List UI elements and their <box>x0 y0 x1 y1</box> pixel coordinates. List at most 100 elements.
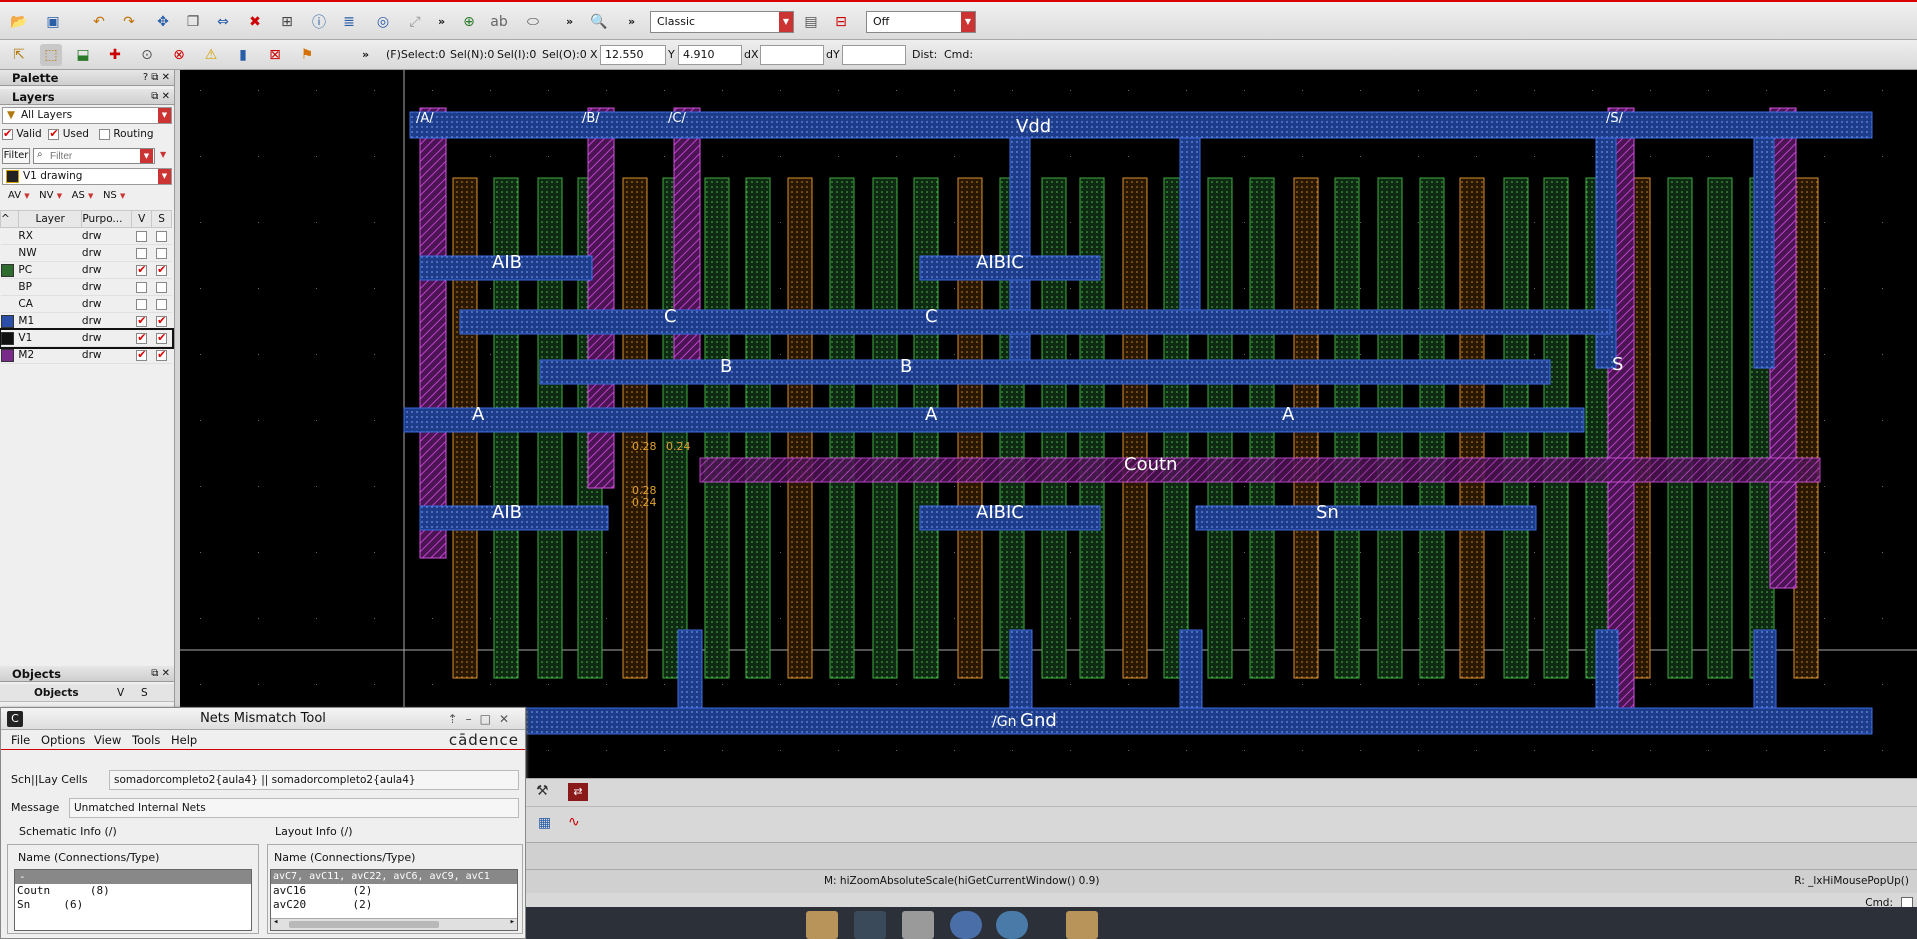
m2-vertical[interactable] <box>419 107 447 559</box>
m1-vertical[interactable] <box>1179 127 1201 329</box>
m1-vertical[interactable] <box>1753 629 1777 721</box>
menu-view[interactable]: View <box>94 733 121 747</box>
layer-selectable-checkbox[interactable] <box>156 348 168 361</box>
list-item[interactable]: - <box>15 870 251 884</box>
select-arrow-icon[interactable]: ⇱ <box>8 44 30 66</box>
layer-selectable-checkbox[interactable] <box>156 281 168 293</box>
marker-icon[interactable]: ⊠ <box>264 44 286 66</box>
sn-wire[interactable] <box>1195 505 1537 531</box>
scroll-thumb[interactable] <box>289 921 439 928</box>
save-view-icon[interactable]: ▤ <box>800 11 822 33</box>
undo-icon[interactable]: ↶ <box>88 11 110 33</box>
list-item[interactable]: avC20 (2) <box>271 898 517 912</box>
layer-visible-checkbox[interactable] <box>136 230 148 242</box>
used-checkbox[interactable] <box>48 127 60 140</box>
layer-visible-checkbox[interactable] <box>136 263 148 276</box>
menu-help[interactable]: Help <box>171 733 197 747</box>
layer-filter-set-select[interactable]: ▼ All Layers ▼ <box>2 107 172 124</box>
select-area-icon[interactable]: ⬚ <box>40 44 62 66</box>
taskbar-browser-icon[interactable] <box>950 911 982 939</box>
vdd-rail[interactable] <box>409 111 1873 139</box>
layer-visible-checkbox[interactable] <box>136 247 148 259</box>
toolbar-overflow-icon[interactable]: » <box>438 15 445 29</box>
probe-icon[interactable]: ⊗ <box>168 44 190 66</box>
m1-vertical[interactable] <box>1753 127 1775 369</box>
layer-selectable-checkbox[interactable] <box>156 298 168 310</box>
gnd-rail[interactable] <box>499 707 1873 735</box>
poly-gate[interactable] <box>1793 177 1819 679</box>
m1-vertical[interactable] <box>1179 629 1203 721</box>
menu-tools[interactable]: Tools <box>132 733 160 747</box>
coutn-wire[interactable] <box>699 457 1821 483</box>
layer-selectable-checkbox[interactable] <box>156 331 168 344</box>
layer-select-icon[interactable]: ⬓ <box>72 44 94 66</box>
stretch-icon[interactable]: ⇔ <box>212 11 234 33</box>
delete-icon[interactable]: ✖ <box>244 11 266 33</box>
taskbar-folder-icon-2[interactable] <box>1066 911 1098 939</box>
copy-icon[interactable]: ❐ <box>182 11 204 33</box>
properties-icon[interactable]: ⓘ <box>308 11 330 33</box>
layer-selectable-checkbox[interactable] <box>156 247 168 259</box>
schematic-icon[interactable]: ▦ <box>538 815 551 831</box>
panel-controls-3[interactable]: ⧉ ✕ <box>151 666 170 682</box>
layer-row-m1[interactable]: M1 drw <box>0 312 172 330</box>
taskbar-search-icon[interactable] <box>996 911 1028 939</box>
toolbar-overflow-icon-3[interactable]: » <box>628 15 635 29</box>
search-icon[interactable]: 🔍 <box>588 11 610 33</box>
layer-filter-input[interactable] <box>33 148 155 164</box>
col-v[interactable]: V <box>131 210 153 228</box>
panel-controls[interactable]: ? ⧉ ✕ <box>143 70 170 86</box>
col-purpose[interactable]: Purpo... <box>81 210 133 228</box>
layer-selectable-checkbox[interactable] <box>156 230 168 242</box>
layer-selectable-checkbox[interactable] <box>156 314 168 327</box>
b-net-wire[interactable] <box>539 359 1551 385</box>
redo-icon[interactable]: ↷ <box>118 11 140 33</box>
layer-row-m2[interactable]: M2 drw <box>0 346 172 364</box>
poly-gate[interactable] <box>1667 177 1693 679</box>
m1-vertical[interactable] <box>677 629 703 721</box>
none-selectable-button[interactable]: NS <box>103 190 117 201</box>
layer-row-nw[interactable]: NW drw <box>0 244 172 262</box>
layer-row-pc[interactable]: PC drw <box>0 261 172 279</box>
window-controls-icon[interactable]: ⇡–□✕ <box>448 708 517 730</box>
routing-checkbox[interactable] <box>98 128 110 140</box>
y-field[interactable]: 4.910 <box>678 45 742 65</box>
m1-vertical[interactable] <box>1009 629 1033 721</box>
toolbar-overflow-icon-2[interactable]: » <box>566 15 573 29</box>
hierarchy-icon[interactable]: ◎ <box>372 11 394 33</box>
layer-visible-checkbox[interactable] <box>136 298 148 310</box>
filter-options-icon[interactable]: ▼ <box>160 150 166 159</box>
toolbar-overflow-icon-4[interactable]: » <box>362 48 369 62</box>
scroll-right-icon[interactable]: ▸ <box>510 917 515 927</box>
create-via-icon[interactable]: ⬭ <box>522 11 544 33</box>
compare-icon[interactable]: ⇄ <box>568 783 588 801</box>
create-instance-icon[interactable]: ⊞ <box>276 11 298 33</box>
layer-selectable-checkbox[interactable] <box>156 263 168 276</box>
create-label-icon[interactable]: ab <box>488 11 510 33</box>
snap-mode-select[interactable]: Off ▼ <box>866 11 976 33</box>
waveform-icon[interactable]: ∿ <box>568 814 580 830</box>
scroll-left-icon[interactable]: ◂ <box>273 917 278 927</box>
zoom-fit-icon[interactable]: ⤢ <box>404 11 426 33</box>
schematic-net-list[interactable]: - Coutn (8) Sn (6) <box>14 869 252 931</box>
dx-field[interactable] <box>760 45 824 65</box>
layer-row-bp[interactable]: BP drw <box>0 278 172 296</box>
layer-visible-checkbox[interactable] <box>136 331 148 344</box>
c-net-wire[interactable] <box>459 309 1611 335</box>
current-layer-select[interactable]: V1 drawing ▼ <box>2 168 172 185</box>
hammer-icon[interactable]: ⚒ <box>536 783 549 799</box>
dy-field[interactable] <box>842 45 906 65</box>
display-style-select[interactable]: Classic ▼ <box>650 11 794 33</box>
layer-row-ca[interactable]: CA drw <box>0 295 172 313</box>
filter-button[interactable]: Filter <box>2 148 30 164</box>
a-net-wire[interactable] <box>403 407 1585 433</box>
list-item[interactable]: Coutn (8) <box>15 884 251 898</box>
col-layer[interactable]: Layer <box>17 210 83 228</box>
list-item[interactable]: Sn (6) <box>15 898 251 912</box>
all-selectable-button[interactable]: AS <box>72 190 85 201</box>
zoom-select-icon[interactable]: ⊙ <box>136 44 158 66</box>
menu-options[interactable]: Options <box>41 733 85 747</box>
layout-drawing[interactable]: /A/ /B/ /C/ /S/Vdd/Gn Gnd C C B B A A A AIB AIBIC AIB A… <box>180 70 1917 778</box>
align-icon[interactable]: ≣ <box>338 11 360 33</box>
col-s[interactable]: S <box>151 210 172 228</box>
